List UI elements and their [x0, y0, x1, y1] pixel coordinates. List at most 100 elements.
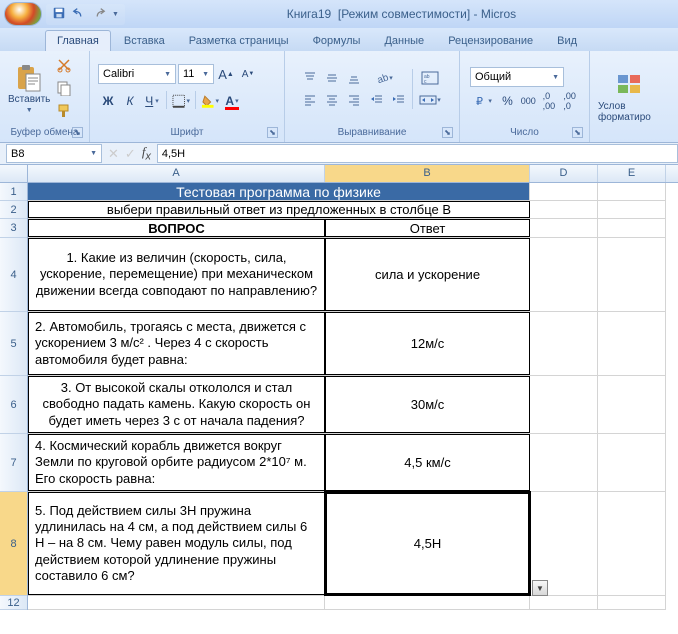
shrink-font-icon[interactable]: A▼ [238, 64, 258, 84]
cell[interactable] [598, 434, 666, 491]
answer-cell[interactable]: сила и ускорение [325, 238, 530, 311]
cell[interactable] [598, 183, 666, 200]
save-icon[interactable] [52, 6, 66, 23]
question-cell[interactable]: 1. Какие из величин (скорость, сила, уск… [28, 238, 325, 311]
format-painter-icon[interactable] [56, 103, 72, 122]
row-header[interactable]: 6 [0, 376, 27, 434]
fx-icon[interactable]: fx [142, 144, 151, 163]
question-cell[interactable]: 3. От высокой скалы откололся и стал сво… [28, 376, 325, 433]
col-header-b[interactable]: B [325, 165, 530, 182]
increase-decimal-icon[interactable]: ,0,00 [540, 91, 559, 111]
expand-icon[interactable]: ⬊ [72, 127, 83, 138]
cell[interactable] [28, 596, 325, 609]
align-left-icon[interactable] [300, 90, 320, 110]
cell[interactable] [598, 376, 666, 433]
underline-button[interactable]: Ч▾ [142, 91, 162, 111]
sheet-title[interactable]: Тестовая программа по физике [28, 183, 530, 200]
wrap-text-button[interactable]: abc [416, 68, 444, 88]
align-middle-icon[interactable] [322, 68, 342, 88]
cell[interactable] [598, 596, 666, 609]
font-size-select[interactable]: 11▼ [178, 64, 214, 84]
font-name-select[interactable]: Calibri▼ [98, 64, 176, 84]
redo-icon[interactable] [92, 6, 106, 23]
row-header[interactable]: 8 [0, 492, 27, 596]
percent-button[interactable]: % [498, 91, 517, 111]
align-center-icon[interactable] [322, 90, 342, 110]
copy-icon[interactable] [56, 80, 72, 99]
row-header[interactable]: 2 [0, 201, 27, 219]
tab-view[interactable]: Вид [546, 31, 588, 51]
accounting-format-button[interactable]: ₽▾ [470, 91, 496, 111]
expand-icon[interactable]: ⬊ [442, 127, 453, 138]
row-header[interactable]: 12 [0, 596, 27, 610]
question-cell[interactable]: 4. Космический корабль движется вокруг З… [28, 434, 325, 491]
qat-dropdown-icon[interactable]: ▼ [112, 11, 119, 18]
conditional-formatting-button[interactable]: Услов форматиро [596, 69, 664, 125]
column-question-header[interactable]: ВОПРОС [28, 219, 325, 237]
increase-indent-icon[interactable] [389, 90, 409, 110]
italic-button[interactable]: К [120, 91, 140, 111]
cell[interactable] [530, 312, 598, 375]
paste-button[interactable]: Вставить ▼ [6, 62, 52, 116]
answer-cell[interactable]: 12м/с [325, 312, 530, 375]
undo-icon[interactable] [72, 6, 86, 23]
cell[interactable] [325, 596, 530, 609]
decrease-decimal-icon[interactable]: ,00,0 [560, 91, 579, 111]
orientation-button[interactable]: ab▾ [367, 68, 401, 88]
cell-dropdown-button[interactable]: ▼ [532, 580, 548, 596]
cut-icon[interactable] [56, 57, 72, 76]
cell[interactable] [598, 238, 666, 311]
cell[interactable] [530, 219, 598, 237]
cell[interactable] [530, 238, 598, 311]
cell[interactable] [598, 219, 666, 237]
cell[interactable] [530, 376, 598, 433]
align-bottom-icon[interactable] [344, 68, 364, 88]
cell[interactable] [530, 596, 598, 609]
answer-cell[interactable]: 4,5 км/с [325, 434, 530, 491]
cancel-icon[interactable]: ✕ [108, 146, 119, 162]
tab-page-layout[interactable]: Разметка страницы [178, 31, 300, 51]
answer-cell[interactable]: 30м/с [325, 376, 530, 433]
expand-icon[interactable]: ⬊ [572, 127, 583, 138]
row-header[interactable]: 5 [0, 312, 27, 376]
name-box[interactable]: B8▼ [6, 144, 102, 163]
row-header[interactable]: 4 [0, 238, 27, 312]
col-header-e[interactable]: E [598, 165, 666, 182]
bold-button[interactable]: Ж [98, 91, 118, 111]
grow-font-icon[interactable]: A▲ [216, 64, 236, 84]
tab-formulas[interactable]: Формулы [302, 31, 372, 51]
row-header[interactable]: 3 [0, 219, 27, 238]
cell[interactable] [598, 312, 666, 375]
tab-home[interactable]: Главная [45, 30, 111, 51]
select-all-corner[interactable] [0, 165, 28, 182]
font-color-button[interactable]: A▾ [222, 91, 242, 111]
cell[interactable] [598, 201, 666, 218]
question-cell[interactable]: 2. Автомобиль, трогаясь с места, движетс… [28, 312, 325, 375]
align-right-icon[interactable] [344, 90, 364, 110]
border-button[interactable]: ▾ [171, 91, 191, 111]
comma-button[interactable]: 000 [519, 91, 538, 111]
cell[interactable] [530, 434, 598, 491]
column-answer-header[interactable]: Ответ [325, 219, 530, 237]
merge-button[interactable]: ▾ [416, 90, 444, 110]
question-cell[interactable]: 5. Под действием силы 3Н пружина удлинил… [28, 492, 325, 595]
office-button[interactable] [4, 2, 42, 26]
tab-insert[interactable]: Вставка [113, 31, 176, 51]
cell[interactable] [530, 183, 598, 200]
row-header[interactable]: 1 [0, 183, 27, 201]
col-header-a[interactable]: A [28, 165, 325, 182]
enter-icon[interactable]: ✓ [125, 146, 136, 162]
fill-color-button[interactable]: ▾ [200, 91, 220, 111]
expand-icon[interactable]: ⬊ [267, 127, 278, 138]
align-top-icon[interactable] [300, 68, 320, 88]
cell[interactable] [598, 492, 666, 595]
answer-cell-active[interactable]: 4,5Н [325, 492, 530, 595]
decrease-indent-icon[interactable] [367, 90, 387, 110]
tab-review[interactable]: Рецензирование [437, 31, 544, 51]
number-format-select[interactable]: Общий▼ [470, 67, 564, 87]
tab-data[interactable]: Данные [373, 31, 435, 51]
row-header[interactable]: 7 [0, 434, 27, 492]
cell[interactable] [530, 201, 598, 218]
formula-input[interactable]: 4,5Н [157, 144, 678, 163]
sheet-subtitle[interactable]: выбери правильный ответ из предложенных … [28, 201, 530, 218]
